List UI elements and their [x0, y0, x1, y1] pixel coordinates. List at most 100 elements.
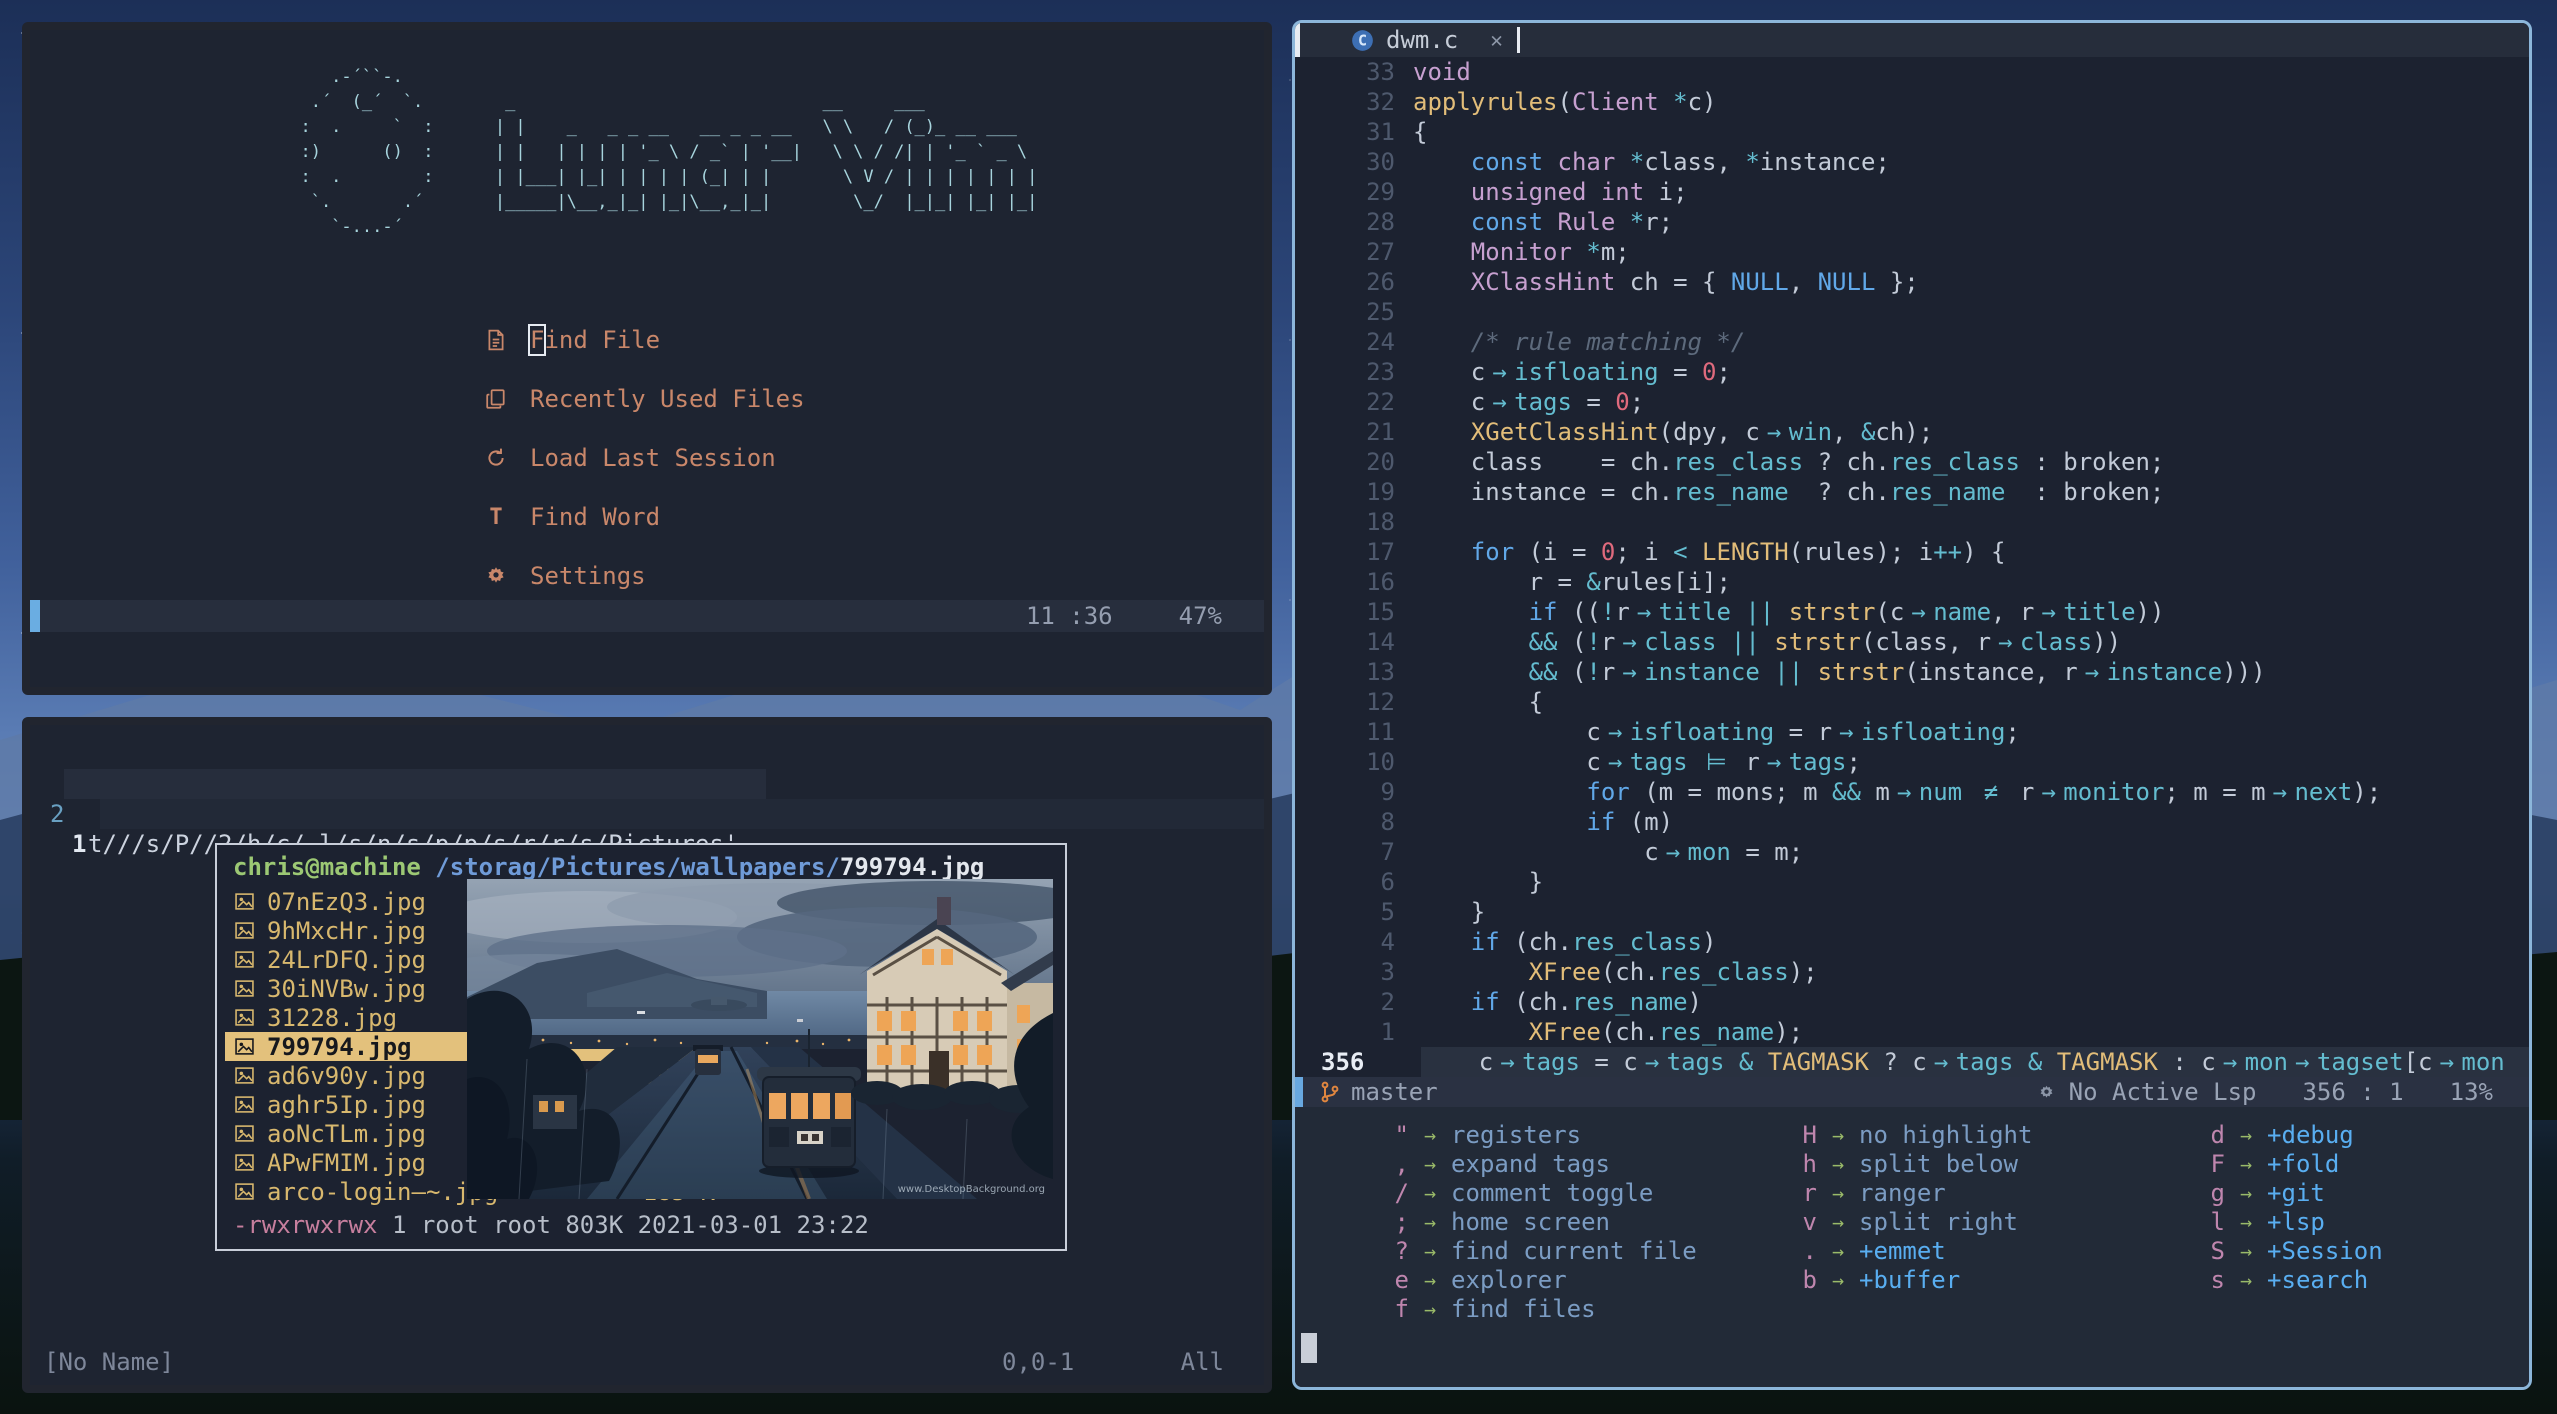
menu-item-find-word[interactable]: T Find Word [482, 502, 805, 532]
gear-icon [482, 565, 510, 587]
whichkey-binding-registers[interactable]: " → registers [1365, 1121, 1697, 1150]
code-line[interactable]: 10 c → tags ⊨ r → tags; [1295, 747, 2529, 777]
whichkey-binding--git[interactable]: g → +git [2181, 1179, 2383, 1208]
menu-item-recently-used-files[interactable]: Recently Used Files [482, 384, 805, 414]
code-line[interactable]: 33 void [1295, 57, 2529, 87]
code-line[interactable]: 16 r = &rules[i]; [1295, 567, 2529, 597]
window-editor[interactable]: C dwm.c ✕ 33 void 32 applyrules(Client *c) 3… [1292, 20, 2532, 1390]
code-text: const Rule *r; [1470, 208, 1674, 236]
code-line[interactable]: 19 instance = ch.res_name ? ch.res_name … [1295, 477, 2529, 507]
menu-item-find-file[interactable]: Find File [482, 324, 805, 356]
code-line[interactable]: 6 } [1295, 867, 2529, 897]
tab-dwm-c[interactable]: C dwm.c ✕ [1351, 26, 1503, 54]
code-line[interactable]: 13 && (!r → instance || strstr(instance, r… [1295, 657, 2529, 687]
code-line[interactable]: 8 if (m) [1295, 807, 2529, 837]
code-line[interactable]: 356 c → tags = c → tags & TAGMASK ? c → tags &… [1295, 1047, 2529, 1077]
whichkey-binding-comment-toggle[interactable]: / → comment toggle [1365, 1179, 1697, 1208]
code-line[interactable]: 15 if ((!r → title || strstr(c → name, r → tit… [1295, 597, 2529, 627]
code-line[interactable]: 25 [1295, 297, 2529, 327]
code-line[interactable]: 9 for (m = mons; m && m → num ≠ r → monitor;… [1295, 777, 2529, 807]
whichkey-binding--emmet[interactable]: . → +emmet [1773, 1237, 2032, 1266]
whichkey-binding-ranger[interactable]: r → ranger [1773, 1179, 2032, 1208]
whichkey-binding-find-files[interactable]: f → find files [1365, 1295, 1697, 1324]
whichkey-column: " → registers, → expand tags / → comment toggle… [1365, 1121, 1697, 1324]
code-line[interactable]: 21 XGetClassHint(dpy, c → win, &ch); [1295, 417, 2529, 447]
code-text: if (ch.res_class) [1470, 928, 1717, 956]
whichkey-binding--debug[interactable]: d → +debug [2181, 1121, 2383, 1150]
code-line[interactable]: 28 const Rule *r; [1295, 207, 2529, 237]
code-line[interactable]: 4 if (ch.res_class) [1295, 927, 2529, 957]
whichkey-binding-no-highlight[interactable]: H → no highlight [1773, 1121, 2033, 1150]
current-file-name: 799794.jpg [839, 853, 985, 881]
code-line[interactable]: 11 c → isfloating = r → isfloating; [1295, 717, 2529, 747]
menu-item-settings[interactable]: Settings [482, 561, 805, 591]
arrow-right-icon: → [1832, 1210, 1845, 1234]
code-line[interactable]: 3 XFree(ch.res_class); [1295, 957, 2529, 987]
buffer-line[interactable]: 2 t///s/P//2/h/c/.l/s/n/s/p/p/s/r/r/s/Pi… [30, 739, 1264, 858]
whichkey-binding-find-current-file[interactable]: ? → find current file [1365, 1237, 1697, 1266]
svg-text:C: C [1358, 31, 1367, 49]
whichkey-binding-split-right[interactable]: v → split right [1773, 1208, 2032, 1237]
arrow-right-icon: → [1424, 1297, 1437, 1321]
code-line[interactable]: 17 for (i = 0; i < LENGTH(rules); i++) { [1295, 537, 2529, 567]
code-line[interactable]: 20 class = ch.res_class ? ch.res_class :… [1295, 447, 2529, 477]
whichkey-binding-split-below[interactable]: h → split below [1773, 1150, 2032, 1179]
whichkey-description: +git [2267, 1179, 2325, 1207]
code-line[interactable]: 32 applyrules(Client *c) [1295, 87, 2529, 117]
arrow-right-icon: → [2240, 1181, 2253, 1205]
code-line[interactable]: 22 c → tags = 0; [1295, 387, 2529, 417]
code-line[interactable]: 12 { [1295, 687, 2529, 717]
whichkey-description: +Session [2267, 1237, 2383, 1265]
code-line[interactable]: 2 if (ch.res_name) [1295, 987, 2529, 1017]
whichkey-description: find files [1451, 1295, 1596, 1323]
menu-item-label: Find Word [530, 503, 661, 531]
code-line[interactable]: 5 } [1295, 897, 2529, 927]
filemanager-float-window[interactable]: chris@machine /storag/Pictures/wallpaper… [215, 843, 1067, 1251]
code-text: for (m = mons; m && m → num ≠ r → monitor; m… [1586, 778, 2382, 806]
whichkey-binding--buffer[interactable]: b → +buffer [1773, 1266, 2032, 1295]
whichkey-binding-expand-tags[interactable]: , → expand tags [1365, 1150, 1697, 1179]
code-line[interactable]: 30 const char *class, *instance; [1295, 147, 2529, 177]
mode-indicator-block [1295, 1077, 1303, 1107]
line-number: 10 [1366, 748, 1395, 776]
code-line[interactable]: 24 /* rule matching */ [1295, 327, 2529, 357]
whichkey-binding--search[interactable]: s → +search [2181, 1266, 2383, 1295]
code-line[interactable]: 31 { [1295, 117, 2529, 147]
code-line[interactable]: 18 [1295, 507, 2529, 537]
code-line[interactable]: 29 unsigned int i; [1295, 177, 2529, 207]
code-line[interactable]: 23 c → isfloating = 0; [1295, 357, 2529, 387]
code-text: if (ch.res_name) [1470, 988, 1702, 1016]
whichkey-binding--lsp[interactable]: l → +lsp [2181, 1208, 2383, 1237]
whichkey-binding--session[interactable]: S → +Session [2181, 1237, 2383, 1266]
whichkey-binding--fold[interactable]: F → +fold [2181, 1150, 2383, 1179]
dashboard-statusline: 11 :36 47% [30, 600, 1264, 632]
close-icon[interactable]: ✕ [1490, 28, 1503, 52]
whichkey-description: comment toggle [1451, 1179, 1654, 1207]
image-file-icon [235, 980, 257, 997]
whichkey-binding-home-screen[interactable]: ; → home screen [1365, 1208, 1697, 1237]
code-text: void [1413, 58, 1471, 86]
window-terminal-filemanager[interactable]: 2 t///s/P//2/h/c/.l/s/n/s/p/p/s/r/r/s/Pi… [22, 717, 1272, 1393]
lunarvim-ascii-logo: .-´``-. .´ (_´ `. _ __ ___ : . ` : | | _… [300, 67, 1038, 237]
image-file-icon [235, 1154, 257, 1171]
code-line[interactable]: 26 XClassHint ch = { NULL, NULL }; [1295, 267, 2529, 297]
code-line[interactable]: 27 Monitor *m; [1295, 237, 2529, 267]
buffer-line[interactable]: 1 [30, 769, 1264, 858]
code-text: /* rule matching */ [1470, 328, 1746, 356]
whichkey-key: / [1394, 1179, 1409, 1207]
arrow-right-icon: → [1424, 1239, 1437, 1263]
tabbar-left-bar [1295, 23, 1300, 57]
code-text: if ((!r → title || strstr(c → name, r → title)… [1528, 598, 2165, 626]
menu-item-load-last-session[interactable]: Load Last Session [482, 443, 805, 473]
code-line[interactable]: 14 && (!r → class || strstr(class, r → class… [1295, 627, 2529, 657]
code-line[interactable]: 1 XFree(ch.res_name); [1295, 1017, 2529, 1047]
menu-item-label: Settings [530, 562, 646, 590]
code-text: XFree(ch.res_name); [1528, 1018, 1804, 1046]
whichkey-binding-explorer[interactable]: e → explorer [1365, 1266, 1697, 1295]
code-text: { [1413, 118, 1428, 146]
window-lunarvim-dashboard[interactable]: .-´``-. .´ (_´ `. _ __ ___ : . ` : | | _… [22, 22, 1272, 695]
line-number: 31 [1366, 118, 1395, 146]
dashboard-cursor: F [527, 324, 547, 356]
filemanager-title: chris@machine /storag/Pictures/wallpaper… [233, 853, 984, 881]
code-line[interactable]: 7 c → mon = m; [1295, 837, 2529, 867]
